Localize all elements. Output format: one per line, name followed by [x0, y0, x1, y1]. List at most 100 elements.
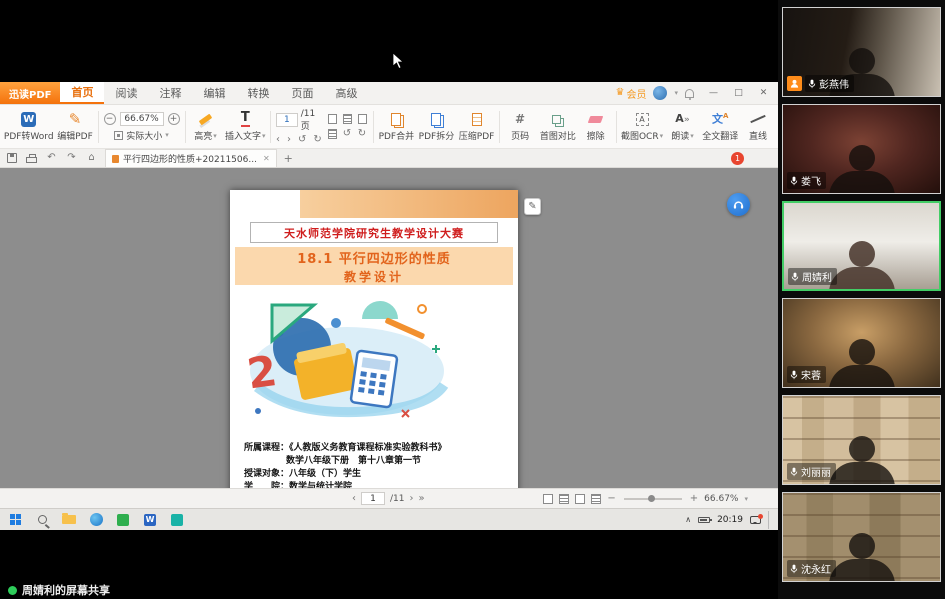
- statusbar-zoom-value[interactable]: 66.67%: [704, 494, 738, 504]
- zoom-out-button[interactable]: −: [104, 113, 116, 125]
- edit-pdf-button[interactable]: ✎ 编辑PDF: [57, 111, 92, 142]
- chevron-down-icon[interactable]: ▾: [674, 89, 678, 97]
- taskbar-clock[interactable]: 20:19: [717, 515, 743, 525]
- mic-icon: [791, 272, 799, 282]
- eraser-icon: [588, 116, 604, 123]
- notification-badge[interactable]: 1: [731, 152, 744, 165]
- zoom-slider-knob[interactable]: [648, 495, 655, 502]
- tab-advanced[interactable]: 高级: [324, 82, 368, 104]
- toolbar-divider: [616, 111, 617, 143]
- screenshot-ocr-button[interactable]: A 截图OCR▾: [622, 111, 663, 142]
- participant-video-tile-active[interactable]: 周婧利: [782, 201, 941, 291]
- zoom-value-box[interactable]: 66.67%: [120, 112, 164, 126]
- tab-page[interactable]: 页面: [280, 82, 324, 104]
- tab-convert[interactable]: 转换: [236, 82, 280, 104]
- fullscreen-view-icon[interactable]: [591, 494, 601, 504]
- line-tool-button[interactable]: 直线: [743, 111, 773, 142]
- annotate-float-button[interactable]: ✎: [524, 198, 541, 215]
- prev-page-icon[interactable]: ‹: [352, 494, 356, 504]
- maximize-button[interactable]: □: [726, 82, 751, 105]
- pdf-merge-button[interactable]: PDF合并: [379, 111, 414, 142]
- word-app-button[interactable]: W: [138, 510, 162, 530]
- rotate-right-icon[interactable]: ↻: [313, 135, 321, 145]
- battery-icon[interactable]: [698, 517, 710, 523]
- redo-button[interactable]: ↷: [65, 152, 78, 165]
- notification-icon[interactable]: [750, 516, 761, 524]
- highlight-button[interactable]: 高亮▾: [191, 111, 221, 142]
- zoom-out-icon[interactable]: −: [607, 494, 615, 504]
- app-green-button[interactable]: [111, 510, 135, 530]
- two-page-view-icon[interactable]: [575, 494, 585, 504]
- cover-illustration: 2: [242, 289, 452, 437]
- continuous-view-icon[interactable]: [559, 494, 569, 504]
- zoom-in-button[interactable]: +: [168, 113, 180, 125]
- pdf-split-button[interactable]: PDF拆分: [419, 111, 454, 142]
- erase-button[interactable]: 擦除: [581, 111, 611, 142]
- show-desktop-button[interactable]: [768, 511, 771, 529]
- home-button[interactable]: ⌂: [85, 152, 98, 165]
- document-tab[interactable]: 平行四边形的性质+20211506... ✕: [105, 149, 277, 167]
- two-page-view-icon[interactable]: [358, 114, 367, 124]
- save-button[interactable]: [5, 152, 18, 165]
- taskbar-search-button[interactable]: [30, 510, 54, 530]
- page-number-input[interactable]: 1: [276, 113, 298, 127]
- meeting-app-button[interactable]: [165, 510, 189, 530]
- file-explorer-button[interactable]: [57, 510, 81, 530]
- prev-page-icon[interactable]: ‹: [276, 135, 280, 145]
- translate-button[interactable]: 文A 全文翻译: [702, 111, 738, 142]
- tab-home[interactable]: 首页: [60, 82, 104, 104]
- document-viewport[interactable]: 天水师范学院研究生教学设计大赛 18.1 平行四边形的性质 教学设计: [0, 168, 778, 488]
- participant-silhouette: [829, 241, 895, 291]
- compare-button[interactable]: 首图对比: [540, 111, 576, 142]
- last-page-icon[interactable]: »: [418, 494, 424, 504]
- single-page-view-icon[interactable]: [543, 494, 553, 504]
- two-page-continuous-view-icon[interactable]: [328, 129, 337, 139]
- status-bar: ‹ 1 /11 › » − + 66.67% ▾: [0, 488, 778, 508]
- compress-pdf-button[interactable]: 压缩PDF: [459, 111, 494, 142]
- pdf-page: 天水师范学院研究生教学设计大赛 18.1 平行四边形的性质 教学设计: [230, 190, 518, 488]
- user-avatar[interactable]: [653, 86, 667, 100]
- read-aloud-button[interactable]: A» 朗读▾: [667, 111, 697, 142]
- next-page-icon[interactable]: ›: [409, 494, 413, 504]
- participant-video-tile[interactable]: 刘丽丽: [782, 395, 941, 485]
- printer-icon: [26, 157, 37, 163]
- new-tab-button[interactable]: +: [284, 152, 293, 165]
- rotate-left-icon[interactable]: ↺: [298, 135, 306, 145]
- fit-mode-select[interactable]: 实际大小 ▾: [114, 129, 169, 142]
- participant-video-tile[interactable]: 彭燕伟: [782, 7, 941, 97]
- tab-annotate[interactable]: 注释: [148, 82, 192, 104]
- zoom-slider[interactable]: [624, 498, 682, 500]
- rotate-view-right-icon[interactable]: ↻: [358, 129, 367, 139]
- participant-video-tile[interactable]: 娄飞: [782, 104, 941, 194]
- print-button[interactable]: [25, 152, 38, 165]
- tab-close-icon[interactable]: ✕: [263, 154, 270, 163]
- insert-text-button[interactable]: T 插入文字▾: [226, 111, 265, 142]
- participant-video-tile[interactable]: 沈永红: [782, 492, 941, 582]
- help-float-button[interactable]: [727, 193, 750, 216]
- bell-icon[interactable]: [685, 89, 694, 98]
- page-number-button[interactable]: # 页码: [505, 111, 535, 142]
- undo-button[interactable]: ↶: [45, 152, 58, 165]
- minimize-button[interactable]: —: [701, 82, 726, 105]
- close-button[interactable]: ✕: [751, 82, 776, 105]
- single-page-view-icon[interactable]: [328, 114, 337, 124]
- next-page-icon[interactable]: ›: [287, 135, 291, 145]
- compress-icon: [472, 113, 482, 126]
- tab-read[interactable]: 阅读: [104, 82, 148, 104]
- rotate-view-left-icon[interactable]: ↺: [343, 129, 352, 139]
- zoom-in-icon[interactable]: +: [690, 494, 698, 504]
- pdf-to-word-button[interactable]: W PDF转Word: [5, 111, 52, 142]
- app-logo: 迅读PDF: [0, 82, 60, 104]
- page-number-icon: #: [515, 113, 525, 125]
- chevron-down-icon[interactable]: ▾: [744, 495, 748, 503]
- continuous-view-icon[interactable]: [343, 114, 352, 124]
- start-button[interactable]: [3, 510, 27, 530]
- tray-expand-icon[interactable]: ∧: [685, 515, 691, 524]
- statusbar-page-input[interactable]: 1: [361, 492, 385, 505]
- page-navigation-cluster: 1 /11页 ‹ › ↺ ↻: [276, 109, 322, 145]
- participant-video-tile[interactable]: 宋蓉: [782, 298, 941, 388]
- mic-icon: [790, 370, 798, 380]
- browser-button[interactable]: [84, 510, 108, 530]
- tab-edit[interactable]: 编辑: [192, 82, 236, 104]
- vip-button[interactable]: ♛会员: [616, 86, 647, 101]
